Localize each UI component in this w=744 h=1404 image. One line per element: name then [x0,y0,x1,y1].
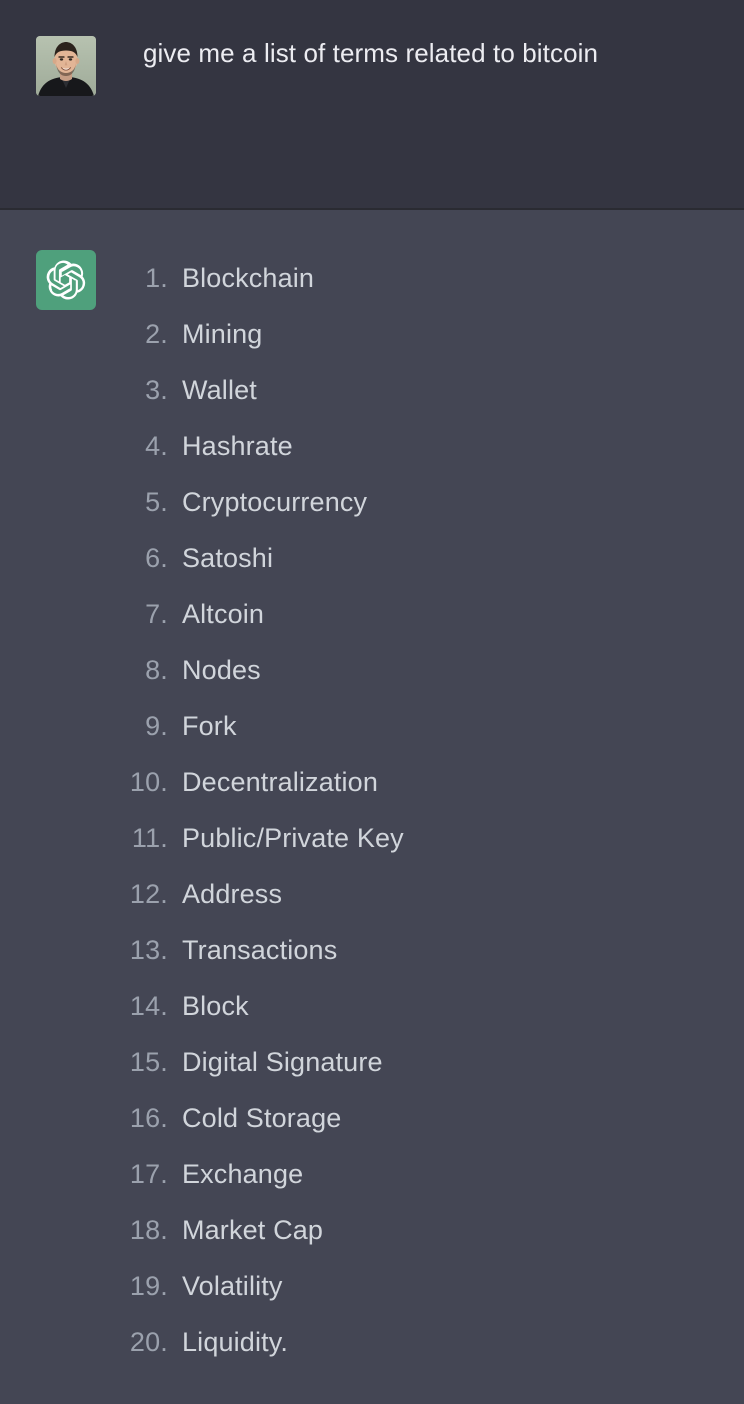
openai-logo-icon [36,250,96,310]
list-item: 6. Satoshi [116,530,744,586]
list-item-number: 17. [129,1159,168,1189]
user-message-turn: give me a list of terms related to bitco… [0,0,744,208]
list-item: 4. Hashrate [116,418,744,474]
list-item-label: Hashrate [182,431,293,461]
list-item: 1. Blockchain [116,250,744,306]
list-item-label: Address [182,879,283,909]
user-avatar-photo [36,36,96,96]
list-item: 8. Nodes [116,642,744,698]
list-item-label: Market Cap [182,1215,324,1245]
assistant-message-body: 1. Blockchain 2. Mining 3. Wallet 4. Has… [116,250,744,1370]
list-item-label: Wallet [182,375,257,405]
list-item: 2. Mining [116,306,744,362]
list-item: 12. Address [116,866,744,922]
list-item-number: 10. [129,767,168,797]
list-item-number: 15. [129,1047,168,1077]
list-item: 18. Market Cap [116,1202,744,1258]
list-item-label: Satoshi [182,543,274,573]
list-item: 17. Exchange [116,1146,744,1202]
list-item-label: Nodes [182,655,261,685]
list-item-number: 9. [145,711,168,741]
list-item-label: Fork [182,711,237,741]
list-item-label: Liquidity. [182,1327,289,1357]
list-item-label: Exchange [182,1159,304,1189]
assistant-message-turn: 1. Blockchain 2. Mining 3. Wallet 4. Has… [0,210,744,1404]
list-item-label: Decentralization [182,767,379,797]
list-item-number: 16. [129,1103,168,1133]
list-item-label: Transactions [182,935,338,965]
list-item: 13. Transactions [116,922,744,978]
assistant-avatar-slot [36,250,96,310]
list-item: 10. Decentralization [116,754,744,810]
list-item-number: 5. [145,487,168,517]
conversation-thread: give me a list of terms related to bitco… [0,0,744,1404]
list-item: 11. Public/Private Key [116,810,744,866]
list-item: 20. Liquidity. [116,1314,744,1370]
list-item-number: 12. [129,879,168,909]
list-item-number: 11. [131,823,168,853]
user-message-text: give me a list of terms related to bitco… [143,38,599,68]
list-item: 14. Block [116,978,744,1034]
list-item-number: 3. [145,375,168,405]
list-item: 7. Altcoin [116,586,744,642]
list-item-label: Blockchain [182,263,315,293]
list-item: 9. Fork [116,698,744,754]
list-item-number: 18. [129,1215,168,1245]
user-avatar-slot [36,36,96,96]
list-item-number: 1. [145,263,168,293]
list-item-number: 6. [145,543,168,573]
list-item-label: Block [182,991,249,1021]
list-item: 19. Volatility [116,1258,744,1314]
list-item: 5. Cryptocurrency [116,474,744,530]
list-item: 3. Wallet [116,362,744,418]
list-item-number: 2. [145,319,168,349]
list-item-label: Volatility [182,1271,283,1301]
list-item-number: 20. [129,1327,168,1357]
list-item: 15. Digital Signature [116,1034,744,1090]
list-item-number: 13. [129,935,168,965]
list-item-number: 8. [145,655,168,685]
list-item-label: Digital Signature [182,1047,383,1077]
list-item-label: Altcoin [182,599,265,629]
list-item-label: Cryptocurrency [182,487,368,517]
list-item-label: Cold Storage [182,1103,342,1133]
list-item-number: 7. [145,599,168,629]
list-item-number: 14. [129,991,168,1021]
list-item-number: 19. [129,1271,168,1301]
list-item-number: 4. [145,431,168,461]
list-item-label: Mining [182,319,263,349]
bitcoin-terms-list: 1. Blockchain 2. Mining 3. Wallet 4. Has… [116,250,744,1370]
list-item-label: Public/Private Key [182,823,404,853]
list-item: 16. Cold Storage [116,1090,744,1146]
